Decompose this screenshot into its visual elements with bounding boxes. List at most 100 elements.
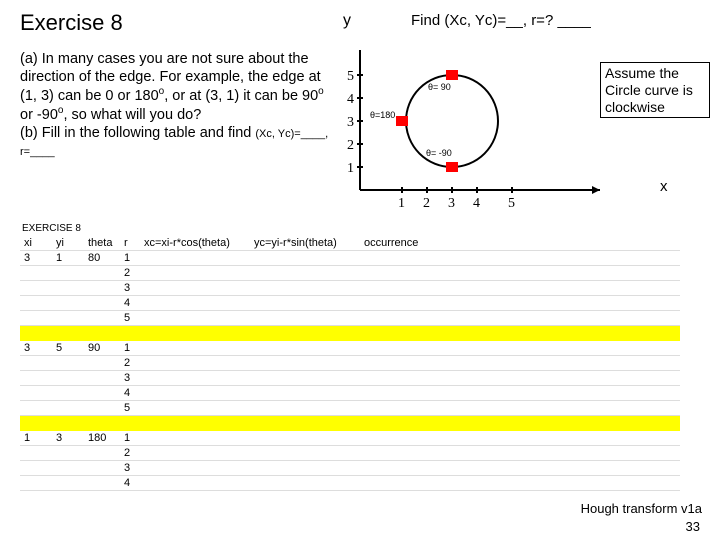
table-cell: 3 — [20, 341, 52, 356]
table-cell — [52, 476, 84, 491]
table-cell — [360, 446, 430, 461]
table-cell: 2 — [120, 446, 140, 461]
table-cell — [140, 401, 250, 416]
table-cell — [250, 341, 360, 356]
svg-text:1: 1 — [347, 161, 354, 176]
table-cell — [84, 311, 120, 326]
table-cell — [140, 461, 250, 476]
table-cell — [84, 476, 120, 491]
table-cell — [84, 446, 120, 461]
table-cell: 3 — [20, 251, 52, 266]
table-cell — [84, 371, 120, 386]
table-row: 3 — [20, 281, 680, 296]
svg-text:4: 4 — [347, 92, 354, 107]
table-cell: 3 — [120, 371, 140, 386]
table-cell — [140, 341, 250, 356]
table-cell: 4 — [120, 296, 140, 311]
table-cell — [52, 446, 84, 461]
th-xi: xi — [20, 236, 52, 251]
page-number: 33 — [686, 519, 700, 534]
table-row: 5 — [20, 311, 680, 326]
table-cell — [120, 416, 140, 431]
table-cell — [360, 416, 430, 431]
svg-text:θ= 90: θ= 90 — [428, 82, 451, 92]
table-cell — [140, 266, 250, 281]
table-cell: 3 — [52, 431, 84, 446]
table-cell: 1 — [52, 251, 84, 266]
table-cell — [52, 266, 84, 281]
table-cell — [140, 431, 250, 446]
table-cell — [360, 266, 430, 281]
table-cell — [140, 446, 250, 461]
exercise-body: (a) In many cases you are not sure about… — [20, 50, 330, 160]
table-cell: 1 — [20, 431, 52, 446]
table-cell — [140, 311, 250, 326]
footer-text: Hough transform v1a — [581, 501, 702, 516]
table-row: 131801 — [20, 431, 680, 446]
table-cell — [140, 371, 250, 386]
table-cell — [20, 386, 52, 401]
table-cell — [250, 326, 360, 341]
table-cell — [250, 356, 360, 371]
body-b: (b) Fill in the following table and find — [20, 125, 255, 141]
x-axis-label: x — [660, 178, 668, 195]
table-cell — [20, 326, 52, 341]
table-row — [20, 326, 680, 341]
assume-note: Assume the Circle curve is clockwise — [600, 62, 710, 118]
table-row — [20, 416, 680, 431]
body-a3: or -90 — [20, 107, 58, 123]
table-cell — [250, 401, 360, 416]
svg-text:4: 4 — [473, 196, 480, 211]
table-row: 3 — [20, 461, 680, 476]
table-cell — [140, 416, 250, 431]
table-cell — [20, 476, 52, 491]
table-cell — [250, 476, 360, 491]
svg-text:5: 5 — [347, 69, 354, 84]
table-cell: 1 — [120, 251, 140, 266]
table-cell: 1 — [120, 341, 140, 356]
table-cell — [20, 371, 52, 386]
table-cell — [250, 251, 360, 266]
table-row: 4 — [20, 476, 680, 491]
table-cell — [360, 296, 430, 311]
table-cell — [84, 356, 120, 371]
table-header-row: xi yi theta r xc=xi-r*cos(theta) yc=yi-r… — [20, 236, 680, 251]
th-yi: yi — [52, 236, 84, 251]
table-cell — [52, 416, 84, 431]
table-cell: 5 — [120, 401, 140, 416]
table-cell: 5 — [52, 341, 84, 356]
table-cell: 5 — [120, 311, 140, 326]
table-cell — [360, 431, 430, 446]
table-cell — [52, 281, 84, 296]
svg-text:2: 2 — [347, 138, 354, 153]
table-cell — [360, 311, 430, 326]
table-cell — [360, 386, 430, 401]
table-row: 31801 — [20, 251, 680, 266]
table-row: 4 — [20, 296, 680, 311]
svg-text:3: 3 — [448, 196, 455, 211]
table-cell — [84, 281, 120, 296]
th-r: r — [120, 236, 140, 251]
table-cell: 90 — [84, 341, 120, 356]
table-cell — [140, 281, 250, 296]
table-cell — [140, 251, 250, 266]
table-cell — [360, 356, 430, 371]
table-cell — [250, 461, 360, 476]
svg-text:3: 3 — [347, 115, 354, 130]
table-row: 2 — [20, 266, 680, 281]
data-table: xi yi theta r xc=xi-r*cos(theta) yc=yi-r… — [20, 236, 680, 491]
table-cell — [360, 281, 430, 296]
table-cell — [20, 401, 52, 416]
table-cell — [20, 356, 52, 371]
table-cell — [20, 266, 52, 281]
table-cell — [52, 386, 84, 401]
svg-text:θ=180: θ=180 — [370, 110, 395, 120]
table-cell — [120, 326, 140, 341]
table-cell — [84, 266, 120, 281]
table-cell — [250, 371, 360, 386]
table-row: 35901 — [20, 341, 680, 356]
table-cell — [84, 326, 120, 341]
table-cell — [20, 311, 52, 326]
table-cell — [360, 251, 430, 266]
table-cell — [140, 476, 250, 491]
